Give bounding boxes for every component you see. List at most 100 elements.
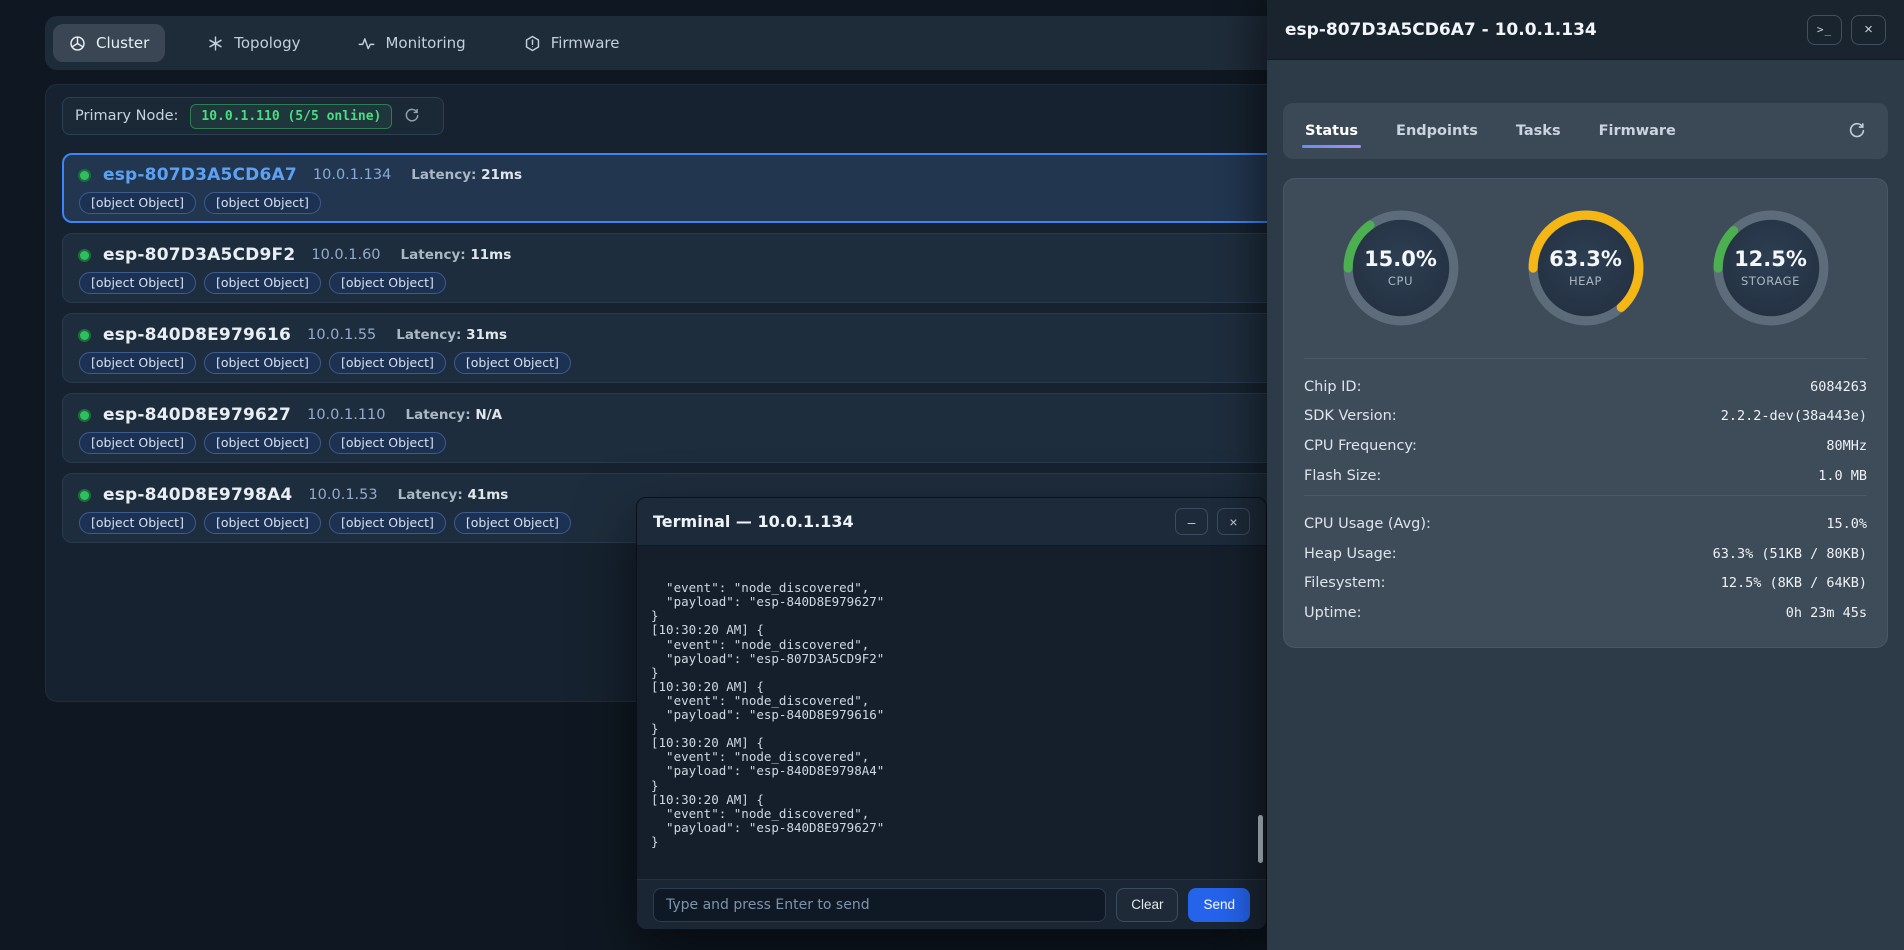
- node-badge: [object Object]: [329, 432, 446, 454]
- close-icon: ×: [1864, 21, 1873, 38]
- tab-tasks[interactable]: Tasks: [1516, 106, 1561, 156]
- stat-value: 80MHz: [1826, 438, 1867, 454]
- node-latency: Latency: 31ms: [396, 327, 507, 343]
- panel-tabbar: Status Endpoints Tasks Firmware: [1283, 103, 1888, 159]
- status-card: 15.0%CPU 63.3%HEAP 12.: [1283, 178, 1888, 648]
- stat-value: 15.0%: [1826, 516, 1867, 532]
- online-status-dot: [78, 169, 91, 182]
- panel-refresh-button[interactable]: [1848, 121, 1866, 142]
- stat-row: Uptime: 0h 23m 45s: [1304, 598, 1867, 628]
- refresh-cluster-button[interactable]: [404, 107, 420, 126]
- open-terminal-button[interactable]: >_: [1807, 15, 1842, 45]
- terminal-command-input[interactable]: [653, 888, 1106, 922]
- node-badge: [object Object]: [204, 272, 321, 294]
- online-status-dot: [78, 409, 91, 422]
- tab-label: Topology: [234, 34, 300, 52]
- tab-monitoring[interactable]: Monitoring: [342, 24, 481, 62]
- node-name: esp-840D8E979627: [103, 405, 291, 425]
- cpu-gauge: 15.0%CPU: [1340, 207, 1462, 329]
- online-status-dot: [78, 329, 91, 342]
- gauge-label: HEAP: [1569, 274, 1602, 288]
- minimize-icon: –: [1188, 515, 1196, 529]
- tab-label: Monitoring: [385, 34, 465, 52]
- node-ip: 10.0.1.110: [307, 407, 385, 423]
- refresh-icon: [1848, 121, 1866, 142]
- node-badge: [object Object]: [204, 192, 321, 214]
- stat-value: 2.2.2-dev(38a443e): [1721, 408, 1867, 424]
- gauge-value: 15.0%: [1364, 248, 1437, 271]
- node-badge: [object Object]: [79, 352, 196, 374]
- device-info-list: Chip ID: 6084263 SDK Version: 2.2.2-dev(…: [1304, 359, 1867, 490]
- stat-value: 12.5% (8KB / 64KB): [1721, 575, 1867, 591]
- tab-topology[interactable]: Topology: [191, 24, 316, 62]
- online-status-dot: [78, 489, 91, 502]
- tab-cluster[interactable]: Cluster: [53, 24, 165, 62]
- panel-body: Status Endpoints Tasks Firmware 15.0%CPU: [1267, 60, 1904, 648]
- panel-close-button[interactable]: ×: [1851, 15, 1886, 45]
- stat-label: SDK Version:: [1304, 408, 1397, 424]
- stat-label: Heap Usage:: [1304, 546, 1397, 562]
- terminal-title: Terminal — 10.0.1.134: [653, 512, 1166, 531]
- node-badge: [object Object]: [79, 192, 196, 214]
- stat-value: 6084263: [1810, 379, 1867, 395]
- stat-row: Heap Usage: 63.3% (51KB / 80KB): [1304, 539, 1867, 569]
- tab-firmware[interactable]: Firmware: [508, 24, 636, 62]
- node-detail-panel: esp-807D3A5CD6A7 - 10.0.1.134 >_ × Statu…: [1267, 0, 1904, 950]
- node-name: esp-840D8E979616: [103, 325, 291, 345]
- gauge-value: 12.5%: [1734, 248, 1807, 271]
- terminal-close-button[interactable]: ×: [1217, 508, 1250, 535]
- terminal-output[interactable]: "event": "node_discovered", "payload": "…: [637, 546, 1266, 879]
- gauge-label: STORAGE: [1741, 274, 1800, 288]
- node-ip: 10.0.1.60: [311, 247, 380, 263]
- terminal-log: "event": "node_discovered", "payload": "…: [651, 581, 1252, 849]
- send-button[interactable]: Send: [1188, 888, 1250, 922]
- node-badge: [object Object]: [79, 272, 196, 294]
- primary-node-label: Primary Node:: [75, 108, 178, 124]
- primary-node-badge: 10.0.1.110 (5/5 online): [190, 104, 392, 129]
- storage-gauge: 12.5% STORAGE: [1710, 207, 1832, 329]
- tab-firmware-panel[interactable]: Firmware: [1599, 106, 1676, 156]
- stat-row: Chip ID: 6084263: [1304, 372, 1867, 402]
- terminal-scrollbar[interactable]: [1258, 815, 1263, 863]
- terminal-minimize-button[interactable]: –: [1175, 508, 1208, 535]
- stat-label: Chip ID:: [1304, 379, 1361, 395]
- node-name: esp-807D3A5CD9F2: [103, 245, 295, 265]
- gauge-value: 63.3%: [1549, 248, 1622, 271]
- stat-row: Filesystem: 12.5% (8KB / 64KB): [1304, 569, 1867, 599]
- tab-status[interactable]: Status: [1305, 106, 1358, 156]
- node-ip: 10.0.1.55: [307, 327, 376, 343]
- clear-button[interactable]: Clear: [1116, 888, 1178, 922]
- stat-row: CPU Usage (Avg): 15.0%: [1304, 509, 1867, 539]
- refresh-icon: [404, 107, 420, 126]
- firmware-icon: [524, 35, 541, 52]
- stat-label: CPU Frequency:: [1304, 438, 1417, 454]
- node-badge: [object Object]: [329, 512, 446, 534]
- stat-row: SDK Version: 2.2.2-dev(38a443e): [1304, 402, 1867, 432]
- node-badge: [object Object]: [204, 352, 321, 374]
- stat-label: Filesystem:: [1304, 575, 1386, 591]
- node-badge: [object Object]: [329, 272, 446, 294]
- close-icon: ×: [1229, 515, 1237, 529]
- node-ip: 10.0.1.53: [308, 487, 377, 503]
- tab-label: Firmware: [551, 34, 620, 52]
- stat-label: Uptime:: [1304, 605, 1361, 621]
- stat-label: CPU Usage (Avg):: [1304, 516, 1431, 532]
- terminal-input-bar: Clear Send: [637, 879, 1266, 929]
- tab-endpoints[interactable]: Endpoints: [1396, 106, 1478, 156]
- stat-row: Flash Size: 1.0 MB: [1304, 461, 1867, 491]
- terminal-titlebar[interactable]: Terminal — 10.0.1.134 – ×: [637, 498, 1266, 546]
- cluster-icon: [69, 35, 86, 52]
- primary-node-bar: Primary Node: 10.0.1.110 (5/5 online): [62, 97, 444, 135]
- node-badge: [object Object]: [204, 432, 321, 454]
- stat-value: 1.0 MB: [1818, 468, 1867, 484]
- gauges-row: 15.0%CPU 63.3%HEAP 12.: [1304, 179, 1867, 329]
- online-status-dot: [78, 249, 91, 262]
- node-latency: Latency: N/A: [406, 407, 503, 423]
- stat-value: 0h 23m 45s: [1786, 605, 1867, 621]
- node-badge: [object Object]: [454, 352, 571, 374]
- terminal-icon: >_: [1817, 23, 1832, 36]
- tab-label: Cluster: [96, 34, 149, 52]
- node-badge: [object Object]: [204, 512, 321, 534]
- node-ip: 10.0.1.134: [313, 167, 391, 183]
- terminal-window: Terminal — 10.0.1.134 – × "event": "node…: [636, 497, 1267, 930]
